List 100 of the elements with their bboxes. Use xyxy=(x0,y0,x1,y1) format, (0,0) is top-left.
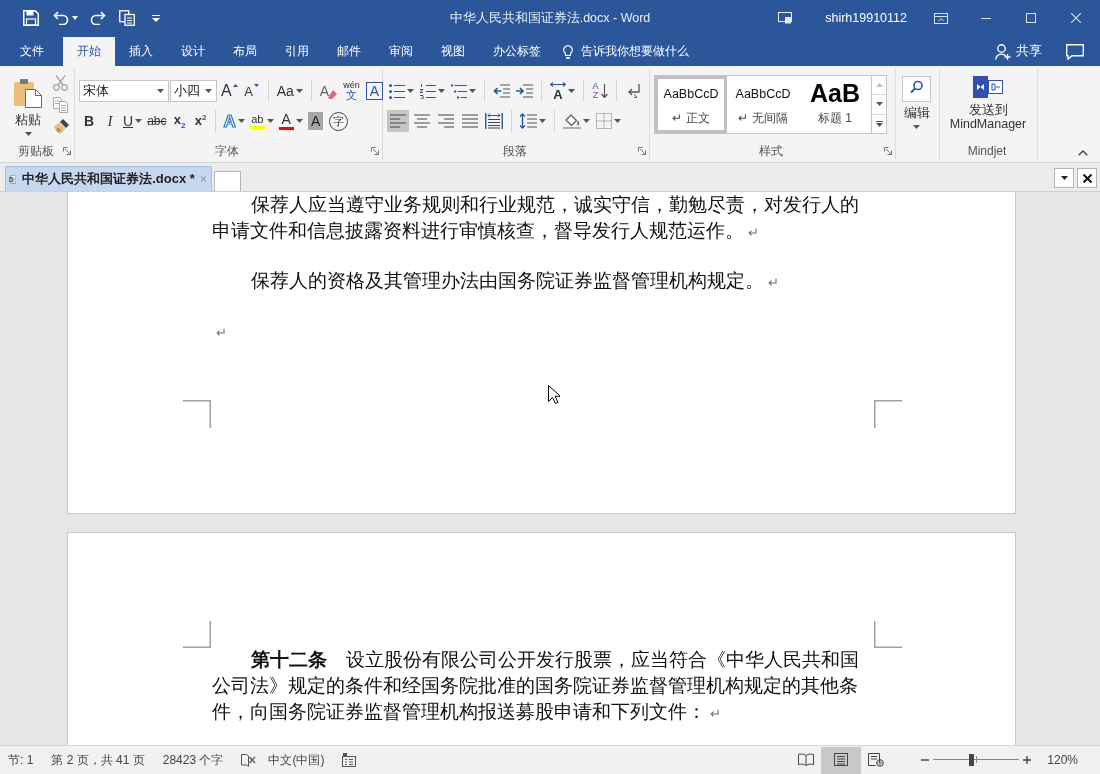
paragraph-mark: ↵ xyxy=(215,324,228,342)
ribbon-options-icon[interactable] xyxy=(933,12,948,24)
caret-icon[interactable] xyxy=(913,125,920,129)
ribbon-tab[interactable]: 文件 xyxy=(6,37,58,66)
caret-icon[interactable] xyxy=(407,89,414,93)
caret-icon[interactable] xyxy=(295,119,303,123)
zoom-level[interactable]: 120% xyxy=(1047,753,1078,767)
language-indicator[interactable]: 中文(中国) xyxy=(268,751,325,769)
caret-icon[interactable] xyxy=(157,89,164,93)
caret-icon[interactable] xyxy=(469,89,476,93)
maximize-icon[interactable] xyxy=(1025,13,1036,23)
editing-button[interactable]: 编辑 xyxy=(902,76,931,142)
paste-button[interactable]: 粘贴 xyxy=(8,76,48,138)
caret-icon xyxy=(1060,176,1068,180)
paintbrush-icon[interactable] xyxy=(53,119,69,135)
ribbon-tab[interactable]: 插入 xyxy=(115,37,167,66)
customize-icon[interactable] xyxy=(152,14,160,22)
more-styles-icon[interactable] xyxy=(875,120,883,127)
grow-font-button[interactable]: A xyxy=(219,80,240,102)
phonetic-guide-button[interactable]: wén 文 xyxy=(341,80,362,102)
scroll-down-icon[interactable] xyxy=(875,102,883,107)
increase-indent-icon xyxy=(516,84,533,98)
redo-icon[interactable] xyxy=(90,11,106,25)
highlight-button[interactable]: ab xyxy=(247,110,276,132)
line-spacing-icon xyxy=(520,113,537,129)
page-count[interactable]: 第 2 页，共 41 页 xyxy=(51,751,145,769)
ribbon-tab[interactable]: 邮件 xyxy=(323,37,375,66)
style-item[interactable]: AaBbCcD ↵ 正文 xyxy=(655,76,727,133)
distributed-button[interactable] xyxy=(483,110,505,132)
minimize-icon[interactable] xyxy=(980,17,991,19)
caret-icon[interactable] xyxy=(614,119,621,123)
word-count[interactable]: 28423 个字 xyxy=(162,751,224,769)
ribbon-tab[interactable]: 办公标签 xyxy=(479,37,555,66)
dialog-launcher-icon[interactable] xyxy=(638,147,646,155)
tab-list-button[interactable] xyxy=(1054,168,1074,188)
send-to-mindmanager-button[interactable]: 发送到 MindManager xyxy=(942,76,1034,142)
shrink-font-button[interactable]: A xyxy=(241,80,262,102)
italic-button[interactable]: I xyxy=(100,110,120,132)
triangle-down-icon xyxy=(254,84,259,87)
caret-icon[interactable] xyxy=(295,89,303,93)
zoom-slider[interactable] xyxy=(933,753,1020,767)
line-spacing-button[interactable] xyxy=(518,110,548,132)
close-document-button[interactable] xyxy=(1077,168,1097,188)
font-name-field[interactable]: 宋体 xyxy=(79,80,169,102)
zoom-in-icon[interactable] xyxy=(1023,756,1032,764)
user-name[interactable]: shirh19910112 xyxy=(825,11,907,25)
align-left-icon xyxy=(390,114,406,128)
caret-icon[interactable] xyxy=(72,16,78,20)
touch-mode-icon[interactable] xyxy=(119,10,135,26)
ribbon-tab[interactable]: 设计 xyxy=(167,37,219,66)
caret-icon[interactable] xyxy=(237,119,245,123)
dialog-launcher-icon[interactable] xyxy=(63,147,71,155)
ribbon-tab[interactable]: 开始 xyxy=(63,37,115,66)
dialog-launcher-icon[interactable] xyxy=(371,147,379,155)
caret-icon[interactable] xyxy=(266,119,274,123)
comment-icon[interactable] xyxy=(1066,44,1084,60)
slider-thumb[interactable] xyxy=(969,754,975,766)
clear-formatting-button[interactable]: A xyxy=(317,80,340,102)
ribbon-tab[interactable]: 布局 xyxy=(219,37,271,66)
macro-icon[interactable] xyxy=(342,753,357,767)
ribbon-tab[interactable]: 视图 xyxy=(427,37,479,66)
save-icon[interactable] xyxy=(23,10,39,26)
superscript-button[interactable]: x$^{2}$ xyxy=(190,110,211,132)
return-arrow-icon xyxy=(626,84,640,98)
chevron-up-icon[interactable] xyxy=(1078,150,1088,156)
caret-icon[interactable] xyxy=(568,89,575,93)
change-case-button[interactable]: Aa xyxy=(274,80,305,102)
document-icon xyxy=(9,172,17,186)
caret-icon[interactable] xyxy=(205,89,212,93)
caret-icon[interactable] xyxy=(24,132,32,136)
section-indicator[interactable]: 节: 1 xyxy=(8,751,34,769)
font-size-field[interactable]: 小四 xyxy=(170,80,217,102)
print-layout-button[interactable] xyxy=(821,746,862,774)
caret-icon[interactable] xyxy=(135,119,143,123)
character-shading-button[interactable]: A xyxy=(305,110,326,132)
asian-layout-button[interactable]: A xyxy=(548,80,577,102)
proofing-icon[interactable] xyxy=(241,753,257,767)
font-color-button[interactable]: A xyxy=(276,110,305,132)
ribbon-tab[interactable]: 引用 xyxy=(271,37,323,66)
numbering-icon xyxy=(420,83,436,99)
character-border-button[interactable]: A xyxy=(363,80,385,102)
tell-me-field[interactable]: 告诉我你想要做什么 xyxy=(563,37,689,66)
dialog-launcher-icon[interactable] xyxy=(884,147,892,155)
triangle-up-icon xyxy=(232,84,238,87)
caret-icon[interactable] xyxy=(583,119,590,123)
ribbon-tab[interactable]: 审阅 xyxy=(375,37,427,66)
share-button[interactable]: 共享 xyxy=(991,37,1046,66)
sort-button[interactable]: A Z xyxy=(590,80,610,102)
crop-mark xyxy=(183,621,211,649)
undo-icon[interactable] xyxy=(53,11,69,25)
document-tab[interactable]: 中华人民共和国证券法.docx * xyxy=(5,166,212,191)
caret-icon[interactable] xyxy=(438,89,445,93)
bold-button[interactable]: B xyxy=(79,110,99,132)
strikethrough-button[interactable]: abc xyxy=(145,110,169,132)
underline-button[interactable]: U xyxy=(121,110,145,132)
window-icon[interactable] xyxy=(778,12,793,24)
clipboard-icon xyxy=(14,78,42,108)
subscript-button[interactable]: x$_{2}$ xyxy=(169,110,190,132)
caret-icon[interactable] xyxy=(539,119,546,123)
borders-button[interactable] xyxy=(594,110,623,132)
